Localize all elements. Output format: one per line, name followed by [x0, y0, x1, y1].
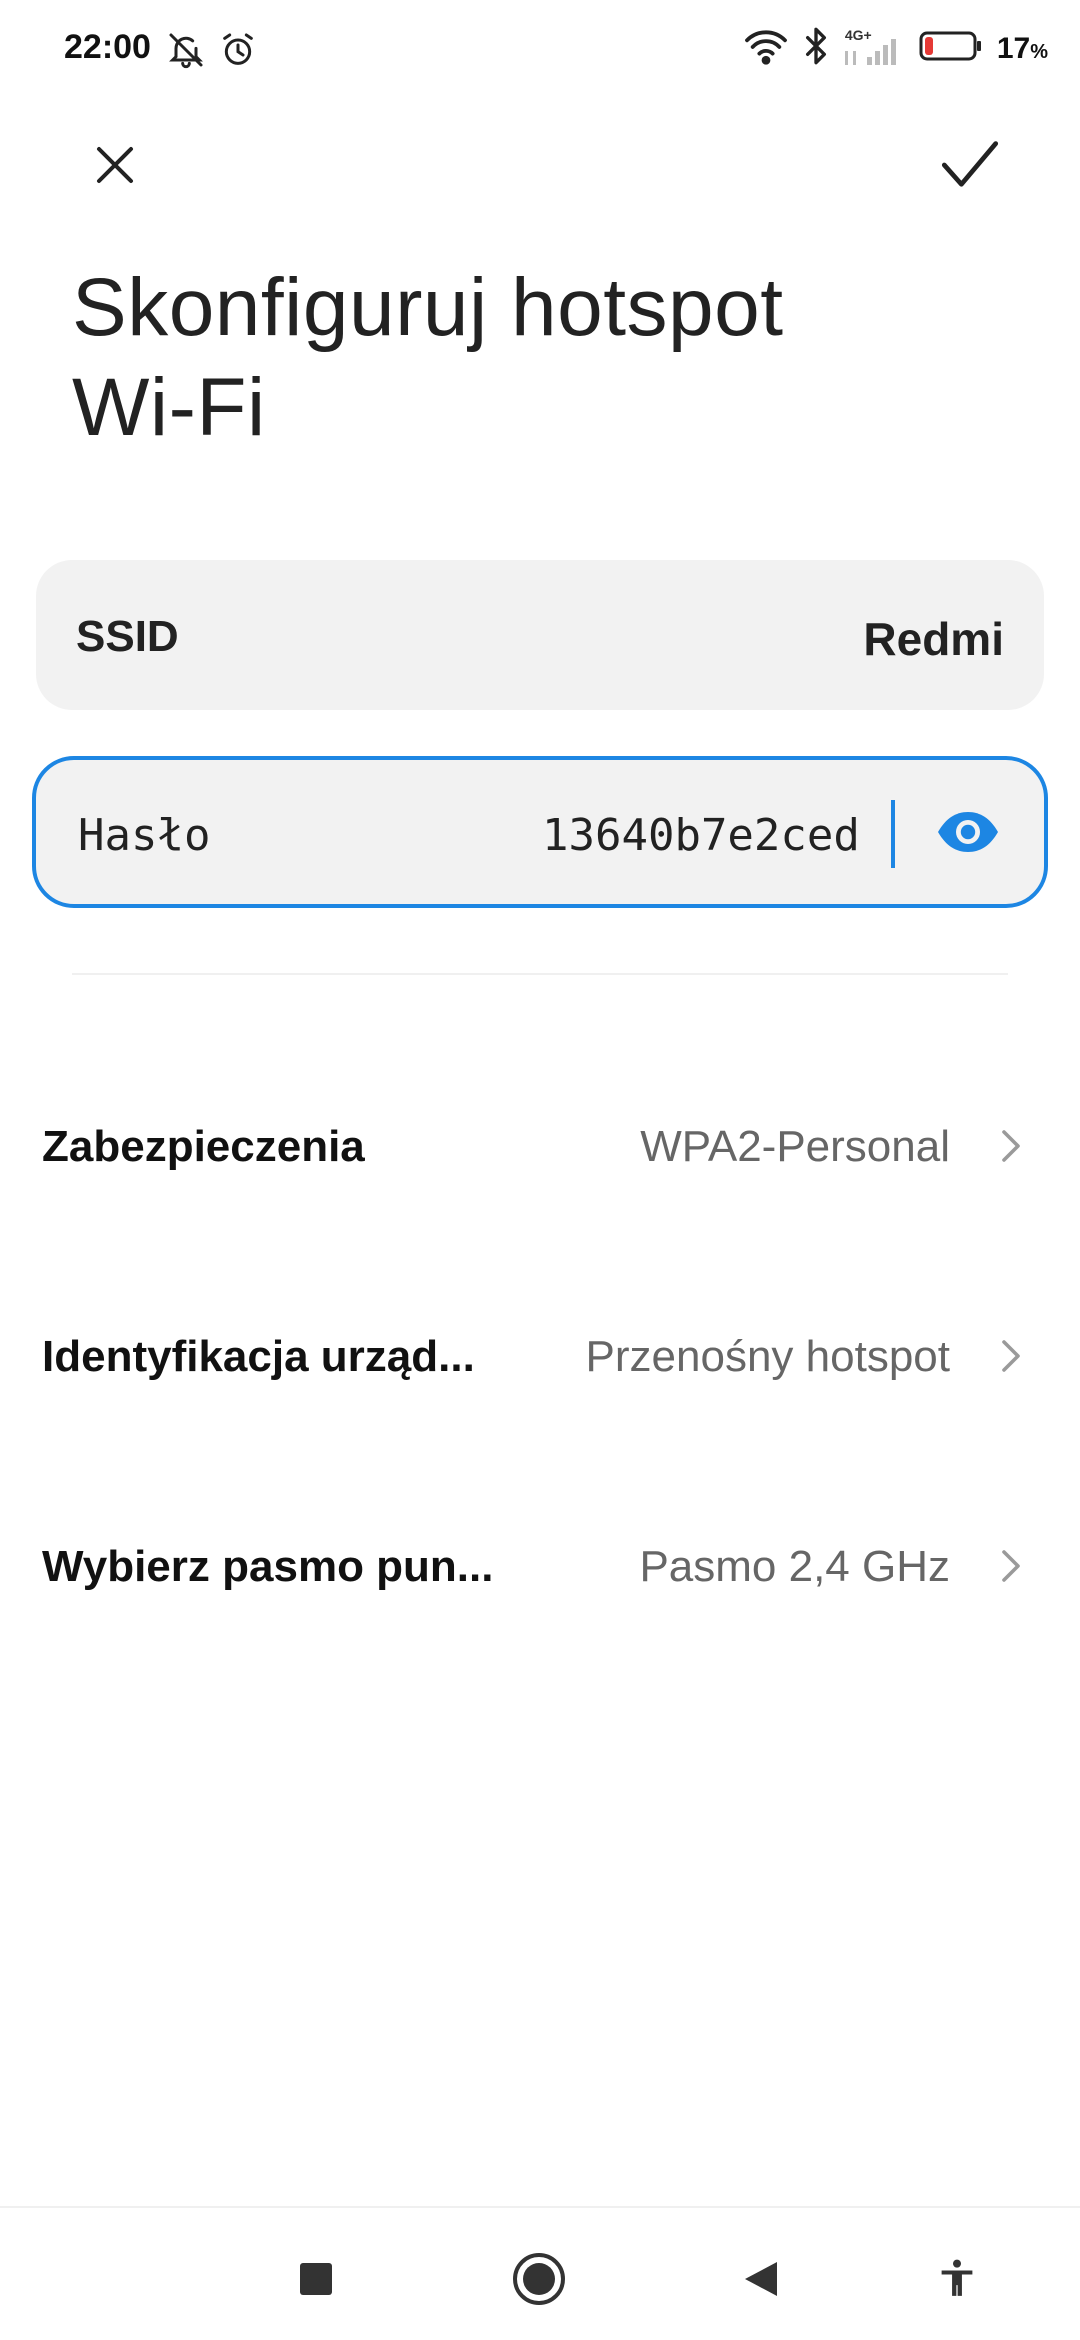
back-button[interactable] [726, 2244, 796, 2314]
close-button[interactable] [80, 130, 150, 200]
battery-icon [919, 30, 983, 67]
ssid-value: Redmi [863, 613, 1004, 665]
ssid-label: SSID [76, 612, 179, 661]
accessibility-icon [941, 2259, 973, 2296]
square-icon [300, 2263, 332, 2295]
ssid-field[interactable]: SSID Redmi [36, 560, 1044, 710]
settings-row-band[interactable]: Wybierz pasmo pun... Pasmo 2,4 GHz [0, 1510, 1080, 1620]
hotspot-config-screen: 22:00 4G+ 17% Skonfiguruj hotspot Wi-Fi … [0, 0, 1080, 2340]
battery-percent: 17% [996, 31, 1048, 65]
signal-icon: 4G+ [843, 27, 905, 69]
close-icon [97, 147, 133, 183]
bell-off-icon [166, 30, 206, 75]
settings-row-device-identification[interactable]: Identyfikacja urząd... Przenośny hotspot [0, 1300, 1080, 1410]
check-icon [941, 141, 999, 187]
page-title: Skonfiguruj hotspot Wi-Fi [72, 258, 972, 458]
home-circle-icon [513, 2253, 565, 2305]
home-button[interactable] [504, 2244, 574, 2314]
row-label: Zabezpieczenia [42, 1122, 365, 1171]
navigation-bar [0, 2208, 1080, 2340]
password-input[interactable]: 13640b7e2ced [542, 810, 860, 861]
alarm-icon [218, 30, 258, 75]
status-left-icons [166, 30, 258, 75]
status-bar: 22:00 4G+ 17% [0, 0, 1080, 100]
top-action-bar [0, 120, 1080, 200]
wifi-icon [743, 27, 789, 70]
page-title-line-1: Skonfiguruj hotspot [72, 262, 784, 353]
chevron-right-icon [1002, 1550, 1020, 1582]
back-triangle-icon [745, 2262, 777, 2296]
status-time: 22:00 [64, 28, 151, 66]
recent-apps-button[interactable] [281, 2244, 351, 2314]
page-title-line-2: Wi-Fi [72, 362, 266, 453]
status-right-icons: 4G+ 17% [743, 26, 1048, 71]
row-value: Przenośny hotspot [585, 1332, 950, 1381]
password-field[interactable]: Hasło 13640b7e2ced [32, 756, 1048, 908]
password-label: Hasło [78, 810, 211, 861]
row-value: WPA2-Personal [640, 1122, 950, 1171]
eye-icon [938, 812, 998, 852]
chevron-right-icon [1002, 1130, 1020, 1162]
accessibility-button[interactable] [922, 2244, 992, 2314]
show-password-button[interactable] [936, 804, 1000, 860]
confirm-button[interactable] [930, 130, 1010, 200]
row-label: Identyfikacja urząd... [42, 1332, 475, 1381]
settings-row-security[interactable]: Zabezpieczenia WPA2-Personal [0, 1090, 1080, 1200]
divider [72, 973, 1008, 975]
row-label: Wybierz pasmo pun... [42, 1542, 494, 1591]
text-cursor [891, 800, 895, 868]
chevron-right-icon [1002, 1340, 1020, 1372]
bluetooth-icon [803, 26, 829, 71]
row-value: Pasmo 2,4 GHz [639, 1542, 950, 1591]
